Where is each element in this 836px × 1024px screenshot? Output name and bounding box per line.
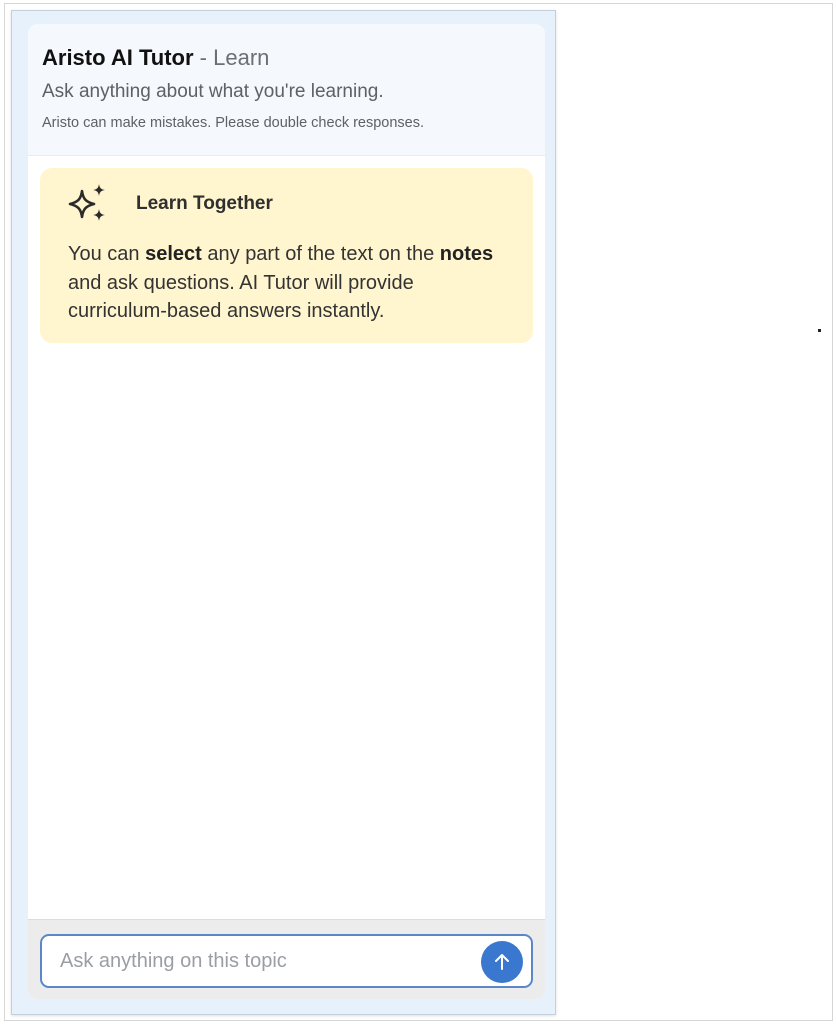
sparkles-icon bbox=[68, 184, 108, 224]
learn-together-card: Learn Together You can select any part o… bbox=[40, 168, 533, 343]
card-title: Learn Together bbox=[136, 193, 273, 214]
card-text-part: and ask questions. AI Tutor will provide… bbox=[68, 271, 414, 323]
card-text-part: any part of the text on the bbox=[201, 243, 440, 265]
app-name: Aristo AI Tutor bbox=[42, 45, 194, 70]
card-description: You can select any part of the text on t… bbox=[68, 240, 509, 326]
tutor-inner: Aristo AI Tutor - Learn Ask anything abo… bbox=[28, 24, 545, 999]
question-input[interactable] bbox=[60, 936, 460, 986]
arrow-up-icon bbox=[492, 952, 512, 972]
card-text-part: You can bbox=[68, 243, 146, 265]
composer-bar bbox=[28, 919, 545, 999]
mode-label: Learn bbox=[213, 45, 270, 70]
panel-subtitle: Ask anything about what you're learning. bbox=[42, 81, 384, 102]
send-button[interactable] bbox=[481, 941, 523, 983]
disclaimer-text: Aristo can make mistakes. Please double … bbox=[42, 115, 425, 131]
card-text-bold-select: select bbox=[145, 243, 202, 265]
title-separator: - bbox=[193, 45, 214, 70]
panel-header: Aristo AI Tutor - Learn Ask anything abo… bbox=[28, 24, 545, 156]
tutor-panel: Aristo AI Tutor - Learn Ask anything abo… bbox=[11, 10, 556, 1015]
stray-dot bbox=[818, 329, 821, 332]
card-header: Learn Together bbox=[68, 184, 509, 224]
card-text-bold-notes: notes bbox=[439, 243, 494, 265]
composer-box bbox=[40, 934, 533, 988]
panel-title: Aristo AI Tutor - Learn bbox=[42, 43, 531, 73]
